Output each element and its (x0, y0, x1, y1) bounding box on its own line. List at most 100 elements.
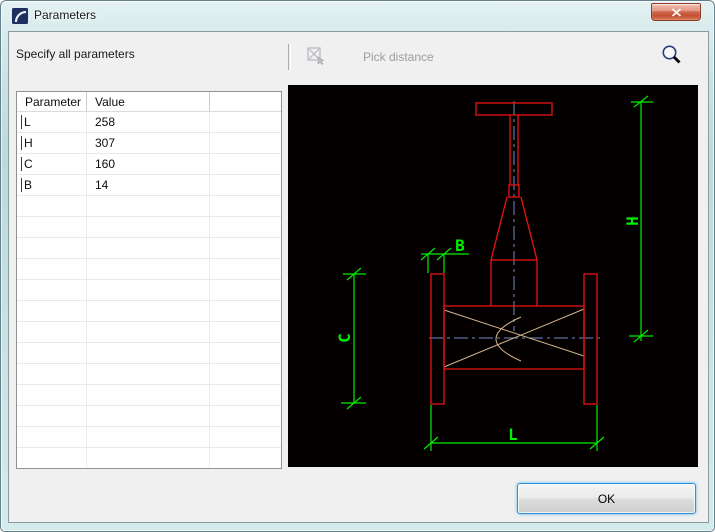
preview-svg: H C B L (335, 95, 653, 451)
extra-cell (210, 154, 281, 174)
ok-button[interactable]: OK (517, 483, 696, 514)
value-cell[interactable] (87, 406, 210, 426)
table-row (17, 280, 281, 301)
parameter-table-body: L 258 H 307 C 160 B 14 (17, 112, 281, 468)
extra-cell (210, 322, 281, 342)
parameter-cell[interactable]: C (17, 154, 87, 174)
parameter-cell[interactable] (17, 385, 87, 405)
toolbar-separator (288, 44, 291, 70)
close-button[interactable] (651, 3, 701, 21)
table-row (17, 343, 281, 364)
value-cell[interactable] (87, 301, 210, 321)
pick-distance-button[interactable] (304, 44, 328, 68)
parameter-cell[interactable] (17, 301, 87, 321)
extra-cell (210, 280, 281, 300)
extra-cell (210, 175, 281, 195)
parameter-cell[interactable] (17, 448, 87, 468)
parameter-name: B (24, 178, 33, 192)
column-header-parameter[interactable]: Parameter (17, 92, 87, 111)
parameter-cell[interactable]: H (17, 133, 87, 153)
table-row (17, 427, 281, 448)
table-row (17, 385, 281, 406)
dialog-body: Specify all parameters Pick distance Par… (8, 31, 709, 523)
extra-cell (210, 427, 281, 447)
table-row (17, 259, 281, 280)
parameter-name: L (24, 115, 31, 129)
parameter-cell[interactable] (17, 322, 87, 342)
extra-cell (210, 448, 281, 468)
dimension-label-c: C (335, 333, 354, 343)
parameter-cell[interactable] (17, 259, 87, 279)
dimension-label-l: L (508, 425, 518, 444)
extra-cell (210, 385, 281, 405)
parameter-table: Parameter Value L 258 H 307 C 160 B 14 (16, 91, 282, 469)
window-title: Parameters (34, 8, 97, 22)
value-cell[interactable] (87, 259, 210, 279)
value-cell[interactable] (87, 196, 210, 216)
close-icon (671, 7, 681, 17)
value-cell[interactable] (87, 448, 210, 468)
title-bar[interactable]: Parameters (1, 1, 714, 31)
extra-cell (210, 301, 281, 321)
parameter-cell[interactable] (17, 364, 87, 384)
dimension-label-b: B (455, 236, 465, 255)
parameter-cell[interactable]: B (17, 175, 87, 195)
parameter-cell[interactable] (17, 406, 87, 426)
cell-caret (21, 178, 22, 192)
parameter-name: C (24, 157, 33, 171)
value-cell[interactable] (87, 322, 210, 342)
app-icon (12, 8, 28, 24)
instruction-label: Specify all parameters (16, 47, 135, 61)
cell-caret (21, 115, 22, 129)
centerlines (429, 101, 601, 339)
parameter-cell[interactable]: L (17, 112, 87, 132)
value-cell[interactable] (87, 217, 210, 237)
parameter-cell[interactable] (17, 217, 87, 237)
value-cell[interactable]: 14 (87, 175, 210, 195)
magnifier-icon (662, 45, 681, 64)
parameter-cell[interactable] (17, 238, 87, 258)
value-cell[interactable]: 160 (87, 154, 210, 174)
value-cell[interactable]: 307 (87, 133, 210, 153)
table-row: C 160 (17, 154, 281, 175)
table-row (17, 217, 281, 238)
pick-distance-label: Pick distance (363, 50, 434, 64)
value-cell[interactable] (87, 238, 210, 258)
table-row: L 258 (17, 112, 281, 133)
parameter-cell[interactable] (17, 280, 87, 300)
table-row: B 14 (17, 175, 281, 196)
preview-panel[interactable]: H C B L (288, 85, 698, 467)
extra-cell (210, 259, 281, 279)
value-cell[interactable] (87, 427, 210, 447)
table-row (17, 406, 281, 427)
parameter-cell[interactable] (17, 196, 87, 216)
table-header: Parameter Value (17, 92, 281, 112)
column-header-empty (210, 92, 281, 111)
cell-caret (21, 136, 22, 150)
parameter-cell[interactable] (17, 343, 87, 363)
value-cell[interactable] (87, 280, 210, 300)
zoom-button[interactable] (659, 43, 685, 69)
table-row (17, 322, 281, 343)
column-header-value[interactable]: Value (87, 92, 210, 111)
dimension-label-h: H (623, 216, 642, 226)
value-cell[interactable] (87, 364, 210, 384)
extra-cell (210, 217, 281, 237)
table-row (17, 238, 281, 259)
table-row: H 307 (17, 133, 281, 154)
parameter-cell[interactable] (17, 427, 87, 447)
value-cell[interactable]: 258 (87, 112, 210, 132)
value-cell[interactable] (87, 343, 210, 363)
extra-cell (210, 112, 281, 132)
pick-rectangle-icon (307, 47, 325, 65)
value-cell[interactable] (87, 385, 210, 405)
extra-cell (210, 343, 281, 363)
extra-cell (210, 238, 281, 258)
parameter-name: H (24, 136, 33, 150)
extra-cell (210, 406, 281, 426)
cell-caret (21, 157, 22, 171)
table-row (17, 301, 281, 322)
table-row (17, 196, 281, 217)
extra-cell (210, 133, 281, 153)
table-row (17, 364, 281, 385)
